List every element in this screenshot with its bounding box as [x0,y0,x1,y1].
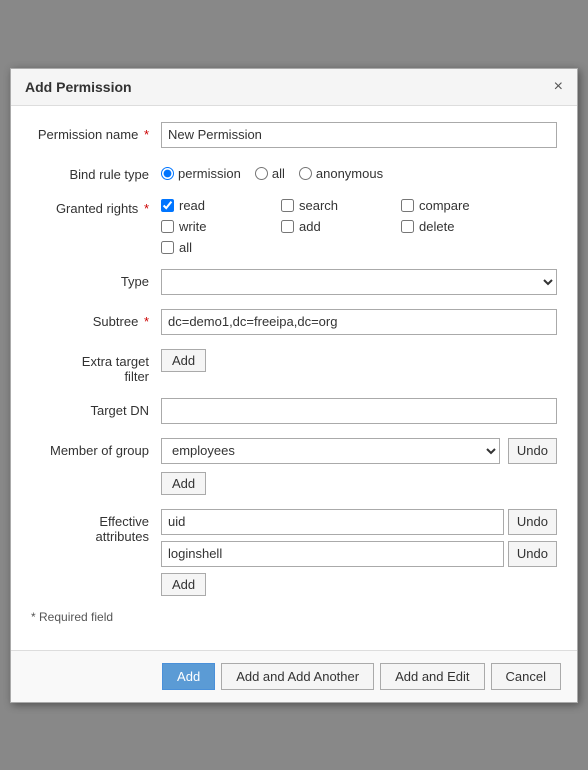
bind-rule-type-control: permission all anonymous [161,162,557,181]
effective-attr-loginshell-input[interactable] [161,541,504,567]
add-button[interactable]: Add [162,663,215,690]
target-dn-control [161,398,557,424]
granted-rights-label: Granted rights * [31,196,161,216]
member-of-group-row: Member of group employees Undo Add [31,438,557,495]
subtree-label: Subtree * [31,309,161,329]
target-dn-label: Target DN [31,398,161,418]
effective-attr-loginshell-row: Undo [161,541,557,567]
target-dn-input[interactable] [161,398,557,424]
right-search-option[interactable]: search [281,198,401,213]
permission-name-label: Permission name * [31,122,161,142]
permission-name-input[interactable] [161,122,557,148]
bind-rule-permission-radio[interactable] [161,167,174,180]
granted-rights-required-star: * [144,201,149,216]
effective-attr-uid-undo-button[interactable]: Undo [508,509,557,535]
dialog-footer: Add Add and Add Another Add and Edit Can… [11,650,577,702]
bind-rule-anonymous-radio[interactable] [299,167,312,180]
add-permission-dialog: Add Permission × Permission name * Bind … [10,68,578,703]
extra-target-filter-label: Extra target filter [31,349,161,384]
close-button[interactable]: × [554,79,563,95]
effective-attr-uid-input[interactable] [161,509,504,535]
right-compare-checkbox[interactable] [401,199,414,212]
subtree-input[interactable] [161,309,557,335]
member-of-group-control: employees Undo Add [161,438,557,495]
right-add-checkbox[interactable] [281,220,294,233]
dialog-body: Permission name * Bind rule type permiss… [11,106,577,650]
type-label: Type [31,269,161,289]
effective-attributes-row: Effective attributes Undo Undo Add [31,509,557,596]
right-delete-option[interactable]: delete [401,219,521,234]
extra-target-filter-row: Extra target filter Add [31,349,557,384]
effective-attr-uid-row: Undo [161,509,557,535]
extra-target-filter-control: Add [161,349,557,372]
member-group-row: employees Undo [161,438,557,464]
granted-rights-row: Granted rights * read search compare [31,196,557,255]
subtree-control [161,309,557,335]
right-delete-checkbox[interactable] [401,220,414,233]
right-write-checkbox[interactable] [161,220,174,233]
subtree-row: Subtree * [31,309,557,335]
right-add-option[interactable]: add [281,219,401,234]
dialog-title: Add Permission [25,79,132,95]
add-and-edit-button[interactable]: Add and Edit [380,663,484,690]
target-dn-row: Target DN [31,398,557,424]
bind-rule-all-option[interactable]: all [255,166,285,181]
right-read-checkbox[interactable] [161,199,174,212]
effective-attr-loginshell-undo-button[interactable]: Undo [508,541,557,567]
cancel-button[interactable]: Cancel [491,663,561,690]
type-row: Type [31,269,557,295]
subtree-required-star: * [144,314,149,329]
member-of-group-label: Member of group [31,438,161,458]
effective-attributes-label: Effective attributes [31,509,161,544]
right-all-checkbox[interactable] [161,241,174,254]
required-note: * Required field [31,610,557,624]
member-of-group-select[interactable]: employees [161,438,500,464]
type-select[interactable] [161,269,557,295]
dialog-header: Add Permission × [11,69,577,106]
bind-rule-type-row: Bind rule type permission all anonymous [31,162,557,182]
right-read-option[interactable]: read [161,198,281,213]
bind-rule-permission-option[interactable]: permission [161,166,241,181]
member-of-group-undo-button[interactable]: Undo [508,438,557,464]
member-of-group-add-button[interactable]: Add [161,472,206,495]
effective-attributes-add-button[interactable]: Add [161,573,206,596]
right-write-option[interactable]: write [161,219,281,234]
effective-attributes-control: Undo Undo Add [161,509,557,596]
permission-name-row: Permission name * [31,122,557,148]
bind-rule-type-label: Bind rule type [31,162,161,182]
granted-rights-control: read search compare write [161,196,557,255]
extra-target-filter-add-button[interactable]: Add [161,349,206,372]
bind-rule-anonymous-option[interactable]: anonymous [299,166,383,181]
right-all-option[interactable]: all [161,240,281,255]
permission-name-control [161,122,557,148]
right-compare-option[interactable]: compare [401,198,521,213]
add-and-add-another-button[interactable]: Add and Add Another [221,663,374,690]
right-search-checkbox[interactable] [281,199,294,212]
member-of-group-add-container: Add [161,472,557,495]
bind-rule-all-radio[interactable] [255,167,268,180]
effective-attributes-add-container: Add [161,573,557,596]
rights-grid: read search compare write [161,196,557,255]
type-control [161,269,557,295]
required-star: * [144,127,149,142]
